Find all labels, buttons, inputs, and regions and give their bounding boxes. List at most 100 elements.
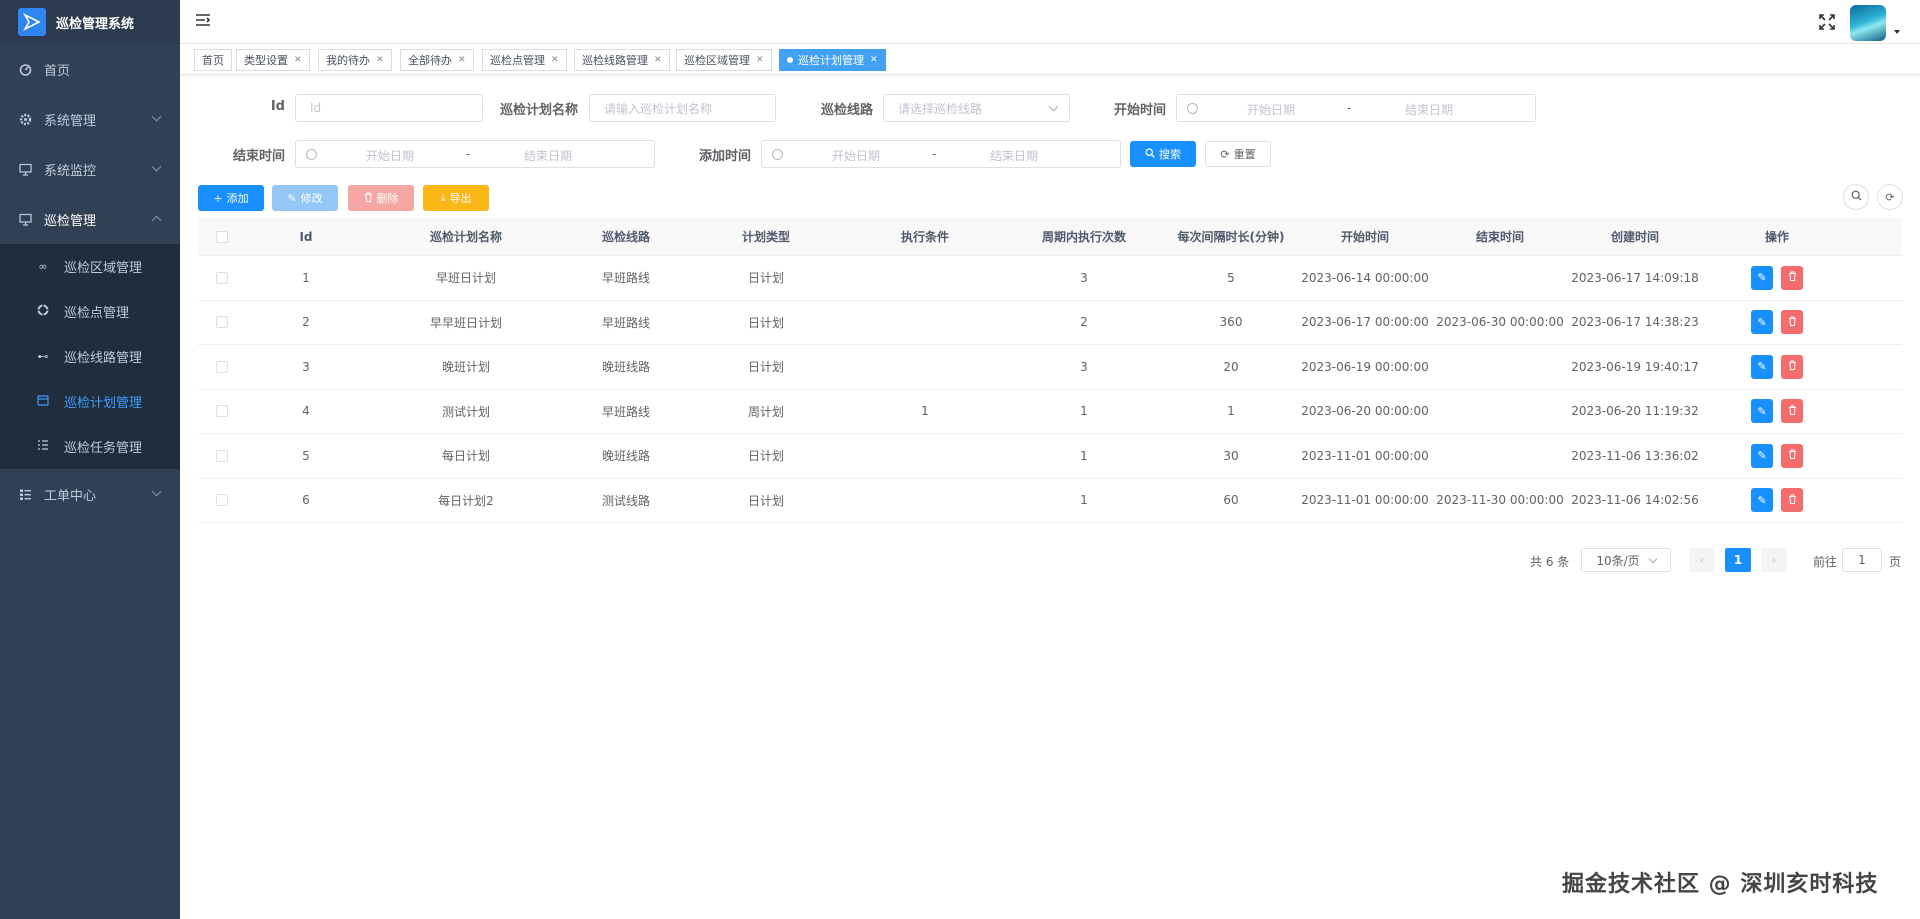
range-separator: -	[1347, 101, 1352, 115]
goto-page-input[interactable]: 1	[1842, 548, 1882, 572]
next-page-button[interactable]: ›	[1761, 548, 1787, 572]
sidebar-item-inspection[interactable]: 巡检管理	[0, 194, 180, 244]
close-icon[interactable]: ✕	[870, 55, 878, 65]
close-icon[interactable]: ✕	[654, 55, 662, 65]
export-button[interactable]: ⤓ 导出	[423, 185, 489, 211]
table-row[interactable]: 2 早早班日计划 早班路线 日计划 2 360 2023-06-17 00:00:00 202…	[198, 301, 1902, 345]
plan-name-input[interactable]: 请输入巡检计划名称	[589, 94, 776, 122]
route-select[interactable]: 请选择巡检线路	[883, 94, 1070, 122]
row-checkbox[interactable]	[216, 316, 228, 329]
page-size-select[interactable]: 10条/页	[1581, 548, 1671, 572]
tag-label: 首页	[202, 54, 224, 67]
row-delete-button[interactable]	[1781, 265, 1803, 290]
avatar[interactable]	[1850, 5, 1886, 41]
close-icon[interactable]: ✕	[376, 55, 384, 65]
close-icon[interactable]: ✕	[458, 55, 466, 65]
id-input[interactable]: Id	[295, 94, 483, 122]
select-cell	[198, 390, 246, 434]
trash-icon	[1788, 271, 1797, 284]
close-icon[interactable]: ✕	[756, 55, 764, 65]
tag-label: 巡检区域管理	[684, 54, 750, 67]
row-delete-button[interactable]	[1781, 354, 1803, 379]
row-checkbox[interactable]	[216, 360, 228, 373]
app-logo[interactable]: 巡检管理系统	[0, 0, 180, 44]
cell-route: 晚班线路	[601, 360, 650, 375]
row-edit-button[interactable]: ✎	[1751, 265, 1773, 290]
cell-exec-condition	[846, 345, 1004, 389]
add-button[interactable]: + 添加	[198, 185, 264, 211]
row-delete-button[interactable]	[1781, 310, 1803, 335]
row-edit-button[interactable]: ✎	[1751, 488, 1773, 513]
tag-route-mgmt[interactable]: 巡检线路管理 ✕	[574, 49, 670, 71]
toggle-search-button[interactable]	[1843, 184, 1869, 210]
table-row[interactable]: 4 测试计划 早班路线 周计划 1 1 1 2023-06-20 00:00:00 2023-0…	[198, 390, 1902, 434]
cell-plan-type: 日计划	[747, 360, 784, 375]
close-icon[interactable]: ✕	[294, 55, 302, 65]
end-time-label: 结束时间	[232, 149, 285, 164]
search-button[interactable]: 搜索	[1130, 141, 1196, 167]
table-row[interactable]: 3 晚班计划 晚班线路 日计划 3 20 2023-06-19 00:00:00 2023-0…	[198, 345, 1902, 390]
sidebar-item-point[interactable]: 巡检点管理	[0, 289, 180, 334]
start-time-label: 开始时间	[1113, 103, 1166, 118]
table-row[interactable]: 5 每日计划 晚班线路 日计划 1 30 2023-11-01 00:00:00 2023-1…	[198, 434, 1902, 479]
row-delete-button[interactable]	[1781, 399, 1803, 424]
add-time-range[interactable]: 开始日期 - 结束日期	[761, 140, 1121, 168]
goto-label: 前往	[1813, 555, 1838, 569]
row-checkbox[interactable]	[216, 494, 228, 507]
cell-end-time: 2023-06-30 00:00:00	[1436, 315, 1564, 330]
start-time-range[interactable]: 开始日期 - 结束日期	[1176, 94, 1536, 122]
header-created-time: 创建时间	[1610, 230, 1659, 244]
table-row[interactable]: 1 早班日计划 早班路线 日计划 3 5 2023-06-14 00:00:00 2023-0…	[198, 256, 1902, 301]
tag-type-settings[interactable]: 类型设置 ✕	[236, 49, 310, 71]
chevron-left-icon: ‹	[1699, 553, 1705, 567]
end-time-range[interactable]: 开始日期 - 结束日期	[295, 140, 655, 168]
clock-icon	[306, 149, 317, 160]
tag-label: 巡检计划管理	[798, 54, 864, 67]
tag-home[interactable]: 首页	[194, 49, 232, 71]
reset-button[interactable]: ⟳ 重置	[1205, 141, 1271, 167]
cell-start-time: 2023-11-01 00:00:00	[1301, 448, 1429, 463]
fullscreen-icon[interactable]	[1818, 13, 1836, 31]
page-number-active[interactable]: 1	[1725, 548, 1751, 572]
refresh-table-button[interactable]: ⟳	[1877, 184, 1903, 210]
delete-button[interactable]: 删除	[348, 185, 414, 211]
header-plan-type: 计划类型	[741, 230, 790, 244]
table-row[interactable]: 6 每日计划2 测试线路 日计划 1 60 2023-11-01 00:00:00 2023-…	[198, 479, 1902, 523]
sidebar-subitem-label: 巡检线路管理	[64, 351, 143, 366]
cell-interval: 20	[1223, 359, 1239, 374]
sidebar-item-workorder[interactable]: 工单中心	[0, 469, 180, 519]
caret-down-icon[interactable]	[1894, 30, 1900, 34]
sidebar-item-plan[interactable]: 巡检计划管理	[0, 379, 180, 424]
row-edit-button[interactable]: ✎	[1751, 310, 1773, 335]
select-all-checkbox[interactable]	[216, 230, 228, 243]
tag-point-mgmt[interactable]: 巡检点管理 ✕	[482, 49, 567, 71]
sidebar-item-area[interactable]: ∞ 巡检区域管理	[0, 244, 180, 289]
cell-id: 1	[302, 270, 310, 285]
sidebar-item-home[interactable]: 首页	[0, 44, 180, 94]
tag-my-todo[interactable]: 我的待办 ✕	[318, 49, 392, 71]
row-checkbox[interactable]	[216, 449, 228, 462]
tag-plan-mgmt[interactable]: 巡检计划管理 ✕	[779, 49, 886, 71]
row-delete-button[interactable]	[1781, 443, 1803, 468]
row-edit-button[interactable]: ✎	[1751, 443, 1773, 468]
close-icon[interactable]: ✕	[551, 55, 559, 65]
row-checkbox[interactable]	[216, 271, 228, 284]
sidebar-item-monitor[interactable]: 系统监控	[0, 144, 180, 194]
row-delete-button[interactable]	[1781, 488, 1803, 513]
cell-exec-count: 3	[1080, 270, 1088, 285]
header-id: Id	[299, 229, 313, 244]
sidebar-item-task[interactable]: 巡检任务管理	[0, 424, 180, 469]
header-actions: 操作	[1764, 230, 1789, 244]
edit-button[interactable]: ✎ 修改	[272, 185, 338, 211]
sidebar-item-system[interactable]: 系统管理	[0, 94, 180, 144]
hamburger-icon[interactable]	[195, 13, 211, 27]
prev-page-button[interactable]: ‹	[1689, 548, 1715, 572]
row-checkbox[interactable]	[216, 405, 228, 418]
row-edit-button[interactable]: ✎	[1751, 354, 1773, 379]
sidebar-item-route[interactable]: ⊷ 巡检线路管理	[0, 334, 180, 379]
select-all-cell	[198, 218, 246, 255]
tag-all-todo[interactable]: 全部待办 ✕	[400, 49, 474, 71]
select-cell	[198, 301, 246, 345]
tag-area-mgmt[interactable]: 巡检区域管理 ✕	[676, 49, 772, 71]
row-edit-button[interactable]: ✎	[1751, 399, 1773, 424]
